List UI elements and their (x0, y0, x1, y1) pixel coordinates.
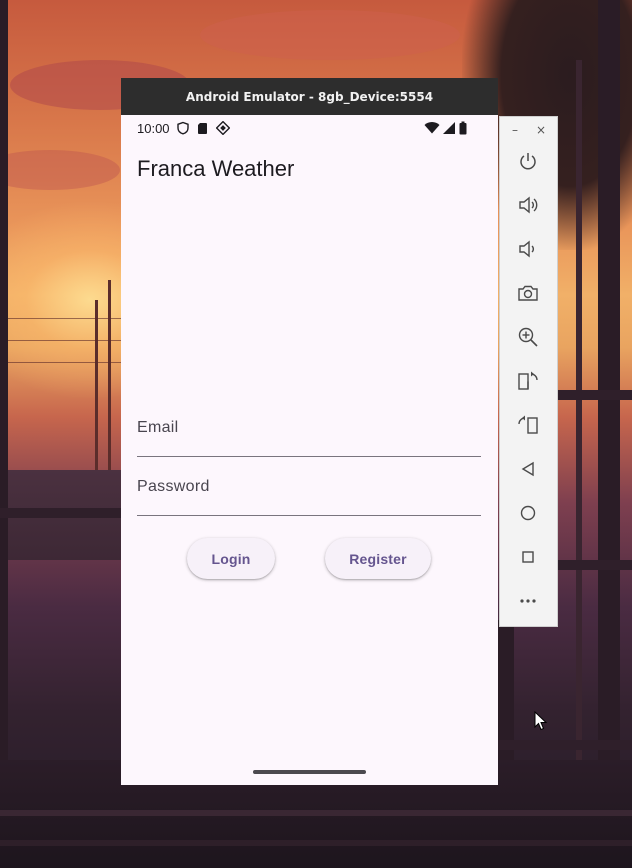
cloud (0, 150, 120, 190)
volume-up-button[interactable] (515, 192, 541, 218)
overview-button[interactable] (515, 544, 541, 570)
battery-icon (458, 121, 468, 135)
more-icon (520, 599, 536, 603)
status-time: 10:00 (137, 120, 170, 136)
app-title: Franca Weather (137, 156, 295, 181)
power-icon (520, 153, 536, 170)
email-field[interactable]: Email (137, 413, 481, 457)
mouse-cursor-icon (534, 711, 548, 731)
volume-up-icon (519, 196, 538, 214)
more-button[interactable] (515, 588, 541, 614)
rotate-right-button[interactable] (515, 412, 541, 438)
screenshot-button[interactable] (515, 280, 541, 306)
emulator-toolbar: – × (499, 116, 558, 627)
power-line (0, 318, 121, 319)
shield-icon (176, 121, 190, 135)
rotate-left-button[interactable] (515, 368, 541, 394)
window-frame (598, 0, 620, 868)
phone-screen: 10:00 Franca Weather Email Password Logi… (121, 115, 498, 785)
power-line (0, 340, 121, 341)
back-button[interactable] (515, 456, 541, 482)
window-frame (558, 390, 632, 400)
status-bar: 10:00 (121, 115, 498, 141)
minimize-button[interactable]: – (512, 123, 518, 137)
login-button[interactable]: Login (187, 538, 275, 579)
password-input[interactable] (137, 472, 481, 515)
camera-icon (518, 285, 538, 301)
rotate-left-icon (518, 371, 538, 390)
window-frame (558, 560, 632, 570)
status-right-icons (424, 121, 468, 135)
sd-card-icon (196, 121, 210, 135)
zoom-in-icon (518, 327, 538, 347)
volume-down-button[interactable] (515, 236, 541, 262)
window-frame (498, 740, 632, 750)
rail (0, 810, 632, 816)
power-line (0, 362, 121, 363)
overview-icon (522, 551, 534, 563)
rail (0, 840, 632, 846)
utility-pole (108, 280, 111, 500)
back-icon (521, 461, 534, 477)
window-frame (0, 508, 121, 518)
register-button[interactable]: Register (325, 538, 431, 579)
password-field[interactable]: Password (137, 472, 481, 516)
gesture-navigation-bar[interactable] (253, 770, 366, 774)
cloud (200, 10, 460, 60)
wifi-icon (424, 121, 440, 135)
emulator-title: Android Emulator - 8gb_Device:5554 (185, 89, 434, 104)
home-button[interactable] (515, 500, 541, 526)
power-button[interactable] (515, 148, 541, 174)
rotate-right-icon (518, 415, 538, 434)
close-button[interactable]: × (536, 123, 546, 137)
email-input[interactable] (137, 413, 481, 456)
signal-icon (442, 121, 456, 135)
home-icon (520, 505, 536, 521)
volume-down-icon (519, 240, 534, 258)
window-frame (0, 0, 8, 868)
emulator-title-bar[interactable]: Android Emulator - 8gb_Device:5554 (121, 78, 498, 115)
zoom-button[interactable] (515, 324, 541, 350)
debug-icon (215, 120, 230, 136)
